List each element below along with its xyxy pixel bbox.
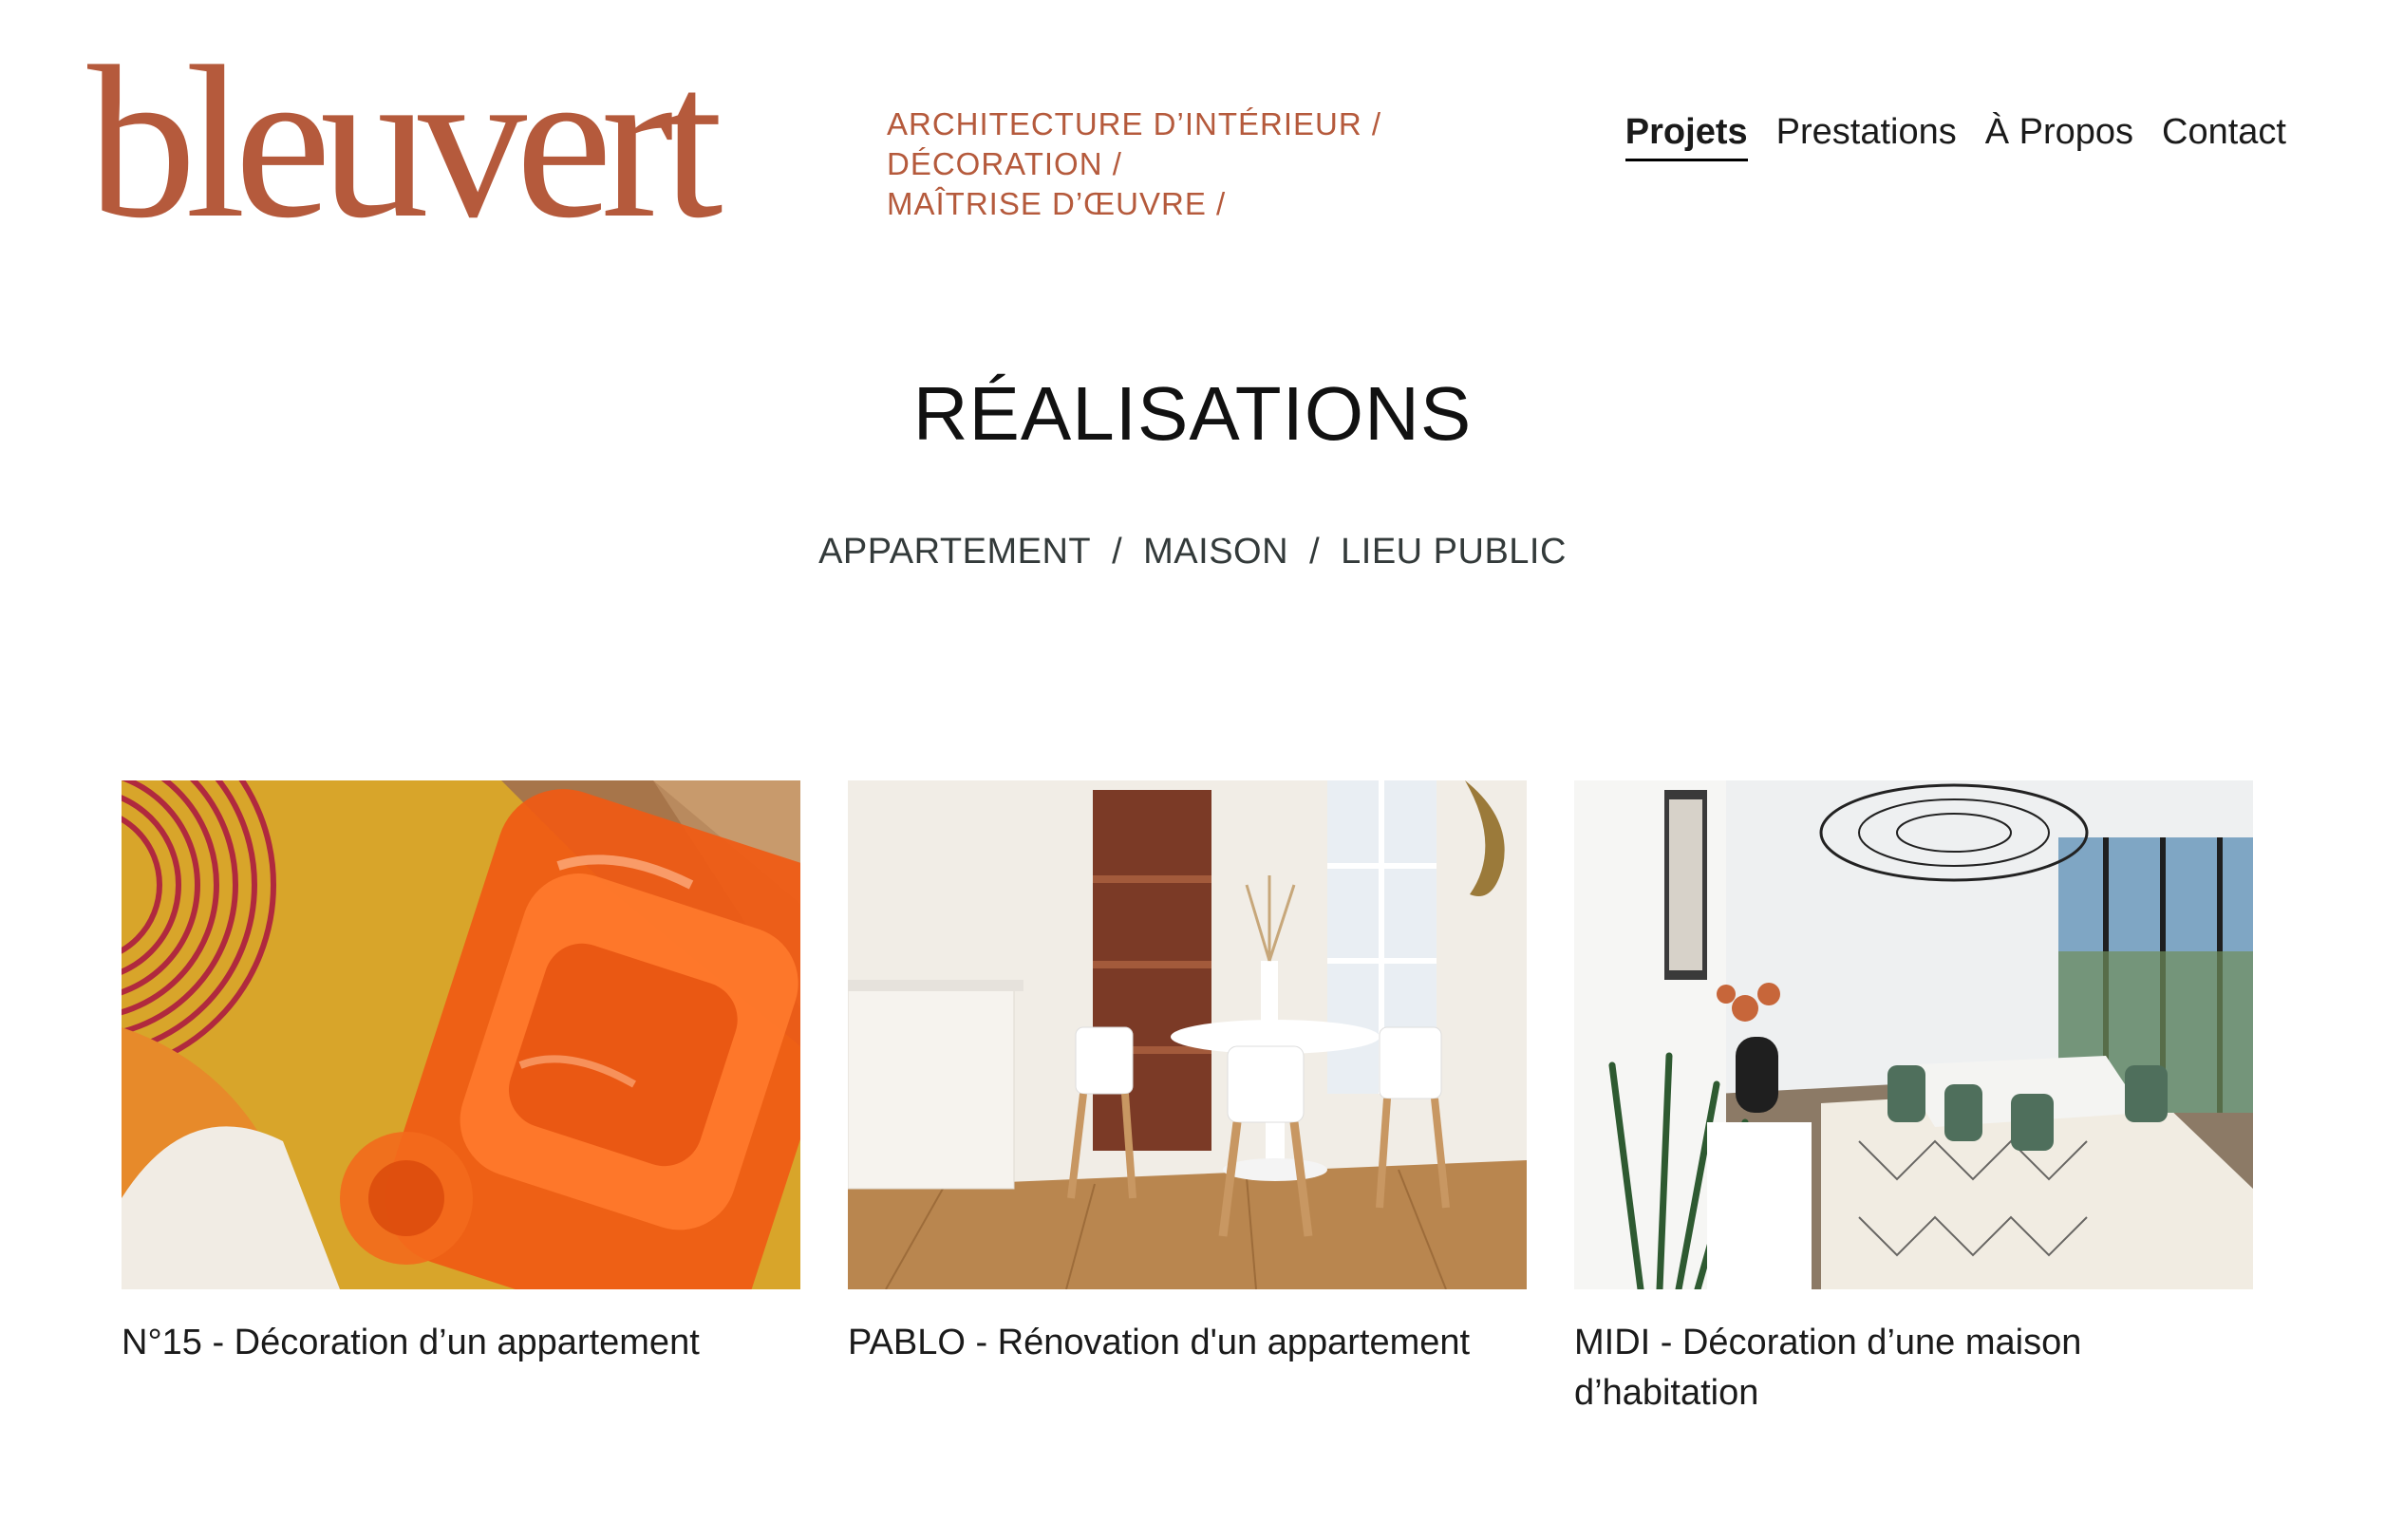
tagline-line: DÉCORATION / (887, 146, 1122, 181)
project-card[interactable]: MIDI - Décoration d’une maison d’habitat… (1574, 780, 2253, 1418)
project-image-midi[interactable] (1574, 780, 2253, 1289)
living-dining-photo (1574, 780, 2253, 1289)
logo-link[interactable]: bleuvert (87, 49, 847, 239)
main-nav: Projets Prestations À Propos Contact (1624, 112, 2286, 161)
filter-separator: / (1309, 532, 1321, 572)
project-card[interactable]: PABLO - Rénovation d'un appartement (848, 780, 1527, 1418)
orange-chair-photo (122, 780, 800, 1289)
filter-separator: / (1112, 532, 1123, 572)
project-image-pablo[interactable] (848, 780, 1527, 1289)
logo-text: bleuvert (87, 49, 723, 239)
page-title: RÉALISATIONS (912, 371, 1473, 456)
project-caption[interactable]: PABLO - Rénovation d'un appartement (848, 1318, 1527, 1368)
nav-item-a-propos[interactable]: À Propos (1985, 112, 2133, 161)
nav-item-contact[interactable]: Contact (2162, 112, 2286, 161)
category-filters: APPARTEMENT / MAISON / LIEU PUBLIC (0, 532, 2385, 573)
page: bleuvert ARCHITECTURE D’INTÉRIEUR / DÉCO… (0, 0, 2385, 1540)
tagline-line: ARCHITECTURE D’INTÉRIEUR / (887, 106, 1382, 141)
filter-lieu-public[interactable]: LIEU PUBLIC (1341, 532, 1567, 572)
project-caption[interactable]: MIDI - Décoration d’une maison d’habitat… (1574, 1318, 2253, 1418)
projects-grid: N°15 - Décoration d’un appartement PABLO… (122, 780, 2254, 1418)
project-caption[interactable]: N°15 - Décoration d’un appartement (122, 1318, 800, 1368)
bleuvert-logo: bleuvert (87, 49, 734, 239)
tagline: ARCHITECTURE D’INTÉRIEUR / DÉCORATION / … (887, 104, 1475, 224)
project-image-n15[interactable] (122, 780, 800, 1289)
filter-appartement[interactable]: APPARTEMENT (818, 532, 1091, 572)
nav-item-projets[interactable]: Projets (1624, 112, 1748, 161)
nav-item-prestations[interactable]: Prestations (1776, 112, 1957, 161)
tagline-line: MAÎTRISE D’ŒUVRE / (887, 186, 1227, 221)
filter-maison[interactable]: MAISON (1143, 532, 1288, 572)
project-card[interactable]: N°15 - Décoration d’un appartement (122, 780, 800, 1418)
dining-room-photo (848, 780, 1527, 1289)
